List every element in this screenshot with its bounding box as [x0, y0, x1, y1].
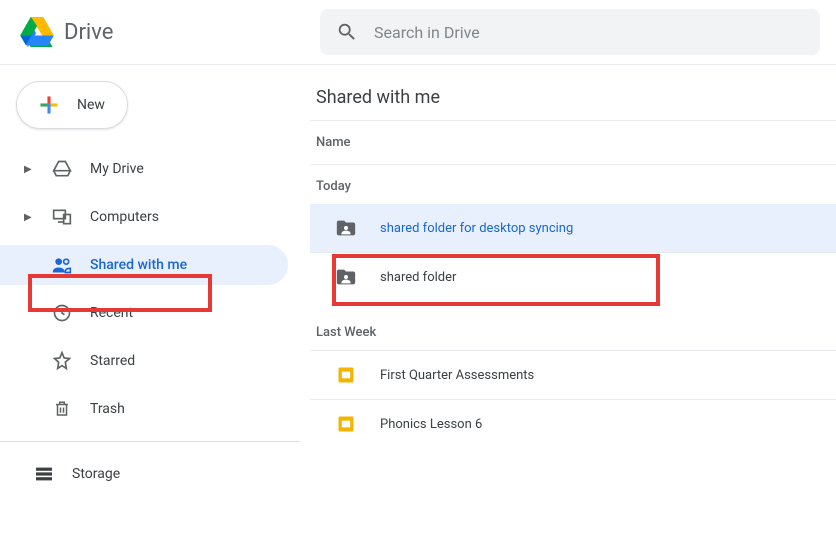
shared-folder-icon [334, 217, 358, 239]
header: Drive [0, 0, 836, 64]
slides-icon [334, 414, 358, 434]
new-button[interactable]: New [16, 81, 128, 129]
file-name: First Quarter Assessments [380, 368, 534, 383]
file-row[interactable]: Phonics Lesson 6 [310, 400, 836, 448]
sidebar-item-label: Computers [90, 209, 159, 225]
clock-icon [52, 303, 72, 323]
plus-icon [35, 91, 63, 119]
storage-icon [34, 466, 54, 482]
computers-icon [52, 207, 72, 227]
nav-section-main: ▶ My Drive ▶ Computers ▶ Shared [0, 143, 300, 429]
slides-icon [334, 365, 358, 385]
sidebar-item-my-drive[interactable]: ▶ My Drive [0, 149, 288, 189]
content-area: Shared with me Name Today shared folder … [300, 65, 836, 494]
my-drive-icon [52, 159, 72, 179]
sidebar-item-label: Recent [90, 305, 133, 321]
sidebar: New ▶ My Drive ▶ Computers ▶ [0, 65, 300, 494]
new-button-label: New [77, 97, 105, 113]
sidebar-item-recent[interactable]: ▶ Recent [0, 293, 288, 333]
product-name: Drive [64, 20, 113, 45]
sidebar-item-shared-with-me[interactable]: ▶ Shared with me [0, 245, 288, 285]
file-name: Phonics Lesson 6 [380, 417, 482, 432]
sidebar-item-trash[interactable]: ▶ Trash [0, 389, 288, 429]
shared-folder-icon [334, 266, 358, 288]
group-header-today: Today [310, 165, 836, 204]
star-icon [52, 351, 72, 371]
group-header-last-week: Last Week [310, 301, 836, 350]
file-row[interactable]: shared folder for desktop syncing [310, 204, 836, 252]
sidebar-item-computers[interactable]: ▶ Computers [0, 197, 288, 237]
column-header-name[interactable]: Name [310, 121, 836, 164]
search-bar[interactable] [320, 9, 820, 55]
file-row[interactable]: shared folder [310, 253, 836, 301]
file-name: shared folder [380, 270, 456, 285]
chevron-right-icon: ▶ [24, 212, 34, 223]
file-name: shared folder for desktop syncing [380, 221, 573, 236]
file-row[interactable]: First Quarter Assessments [310, 351, 836, 399]
people-icon [52, 255, 72, 275]
search-icon [336, 21, 358, 43]
chevron-right-icon: ▶ [24, 164, 34, 175]
sidebar-item-starred[interactable]: ▶ Starred [0, 341, 288, 381]
sidebar-item-label: Shared with me [90, 257, 187, 273]
trash-icon [52, 399, 72, 419]
storage-label: Storage [72, 466, 120, 482]
sidebar-item-label: My Drive [90, 161, 144, 177]
sidebar-item-label: Starred [90, 353, 135, 369]
logo-area: Drive [20, 17, 320, 47]
sidebar-item-label: Trash [90, 401, 125, 417]
drive-logo-icon [20, 17, 54, 47]
page-title: Shared with me [310, 87, 836, 108]
sidebar-separator [0, 441, 300, 442]
sidebar-item-storage[interactable]: Storage [0, 454, 300, 494]
search-input[interactable] [374, 23, 804, 42]
